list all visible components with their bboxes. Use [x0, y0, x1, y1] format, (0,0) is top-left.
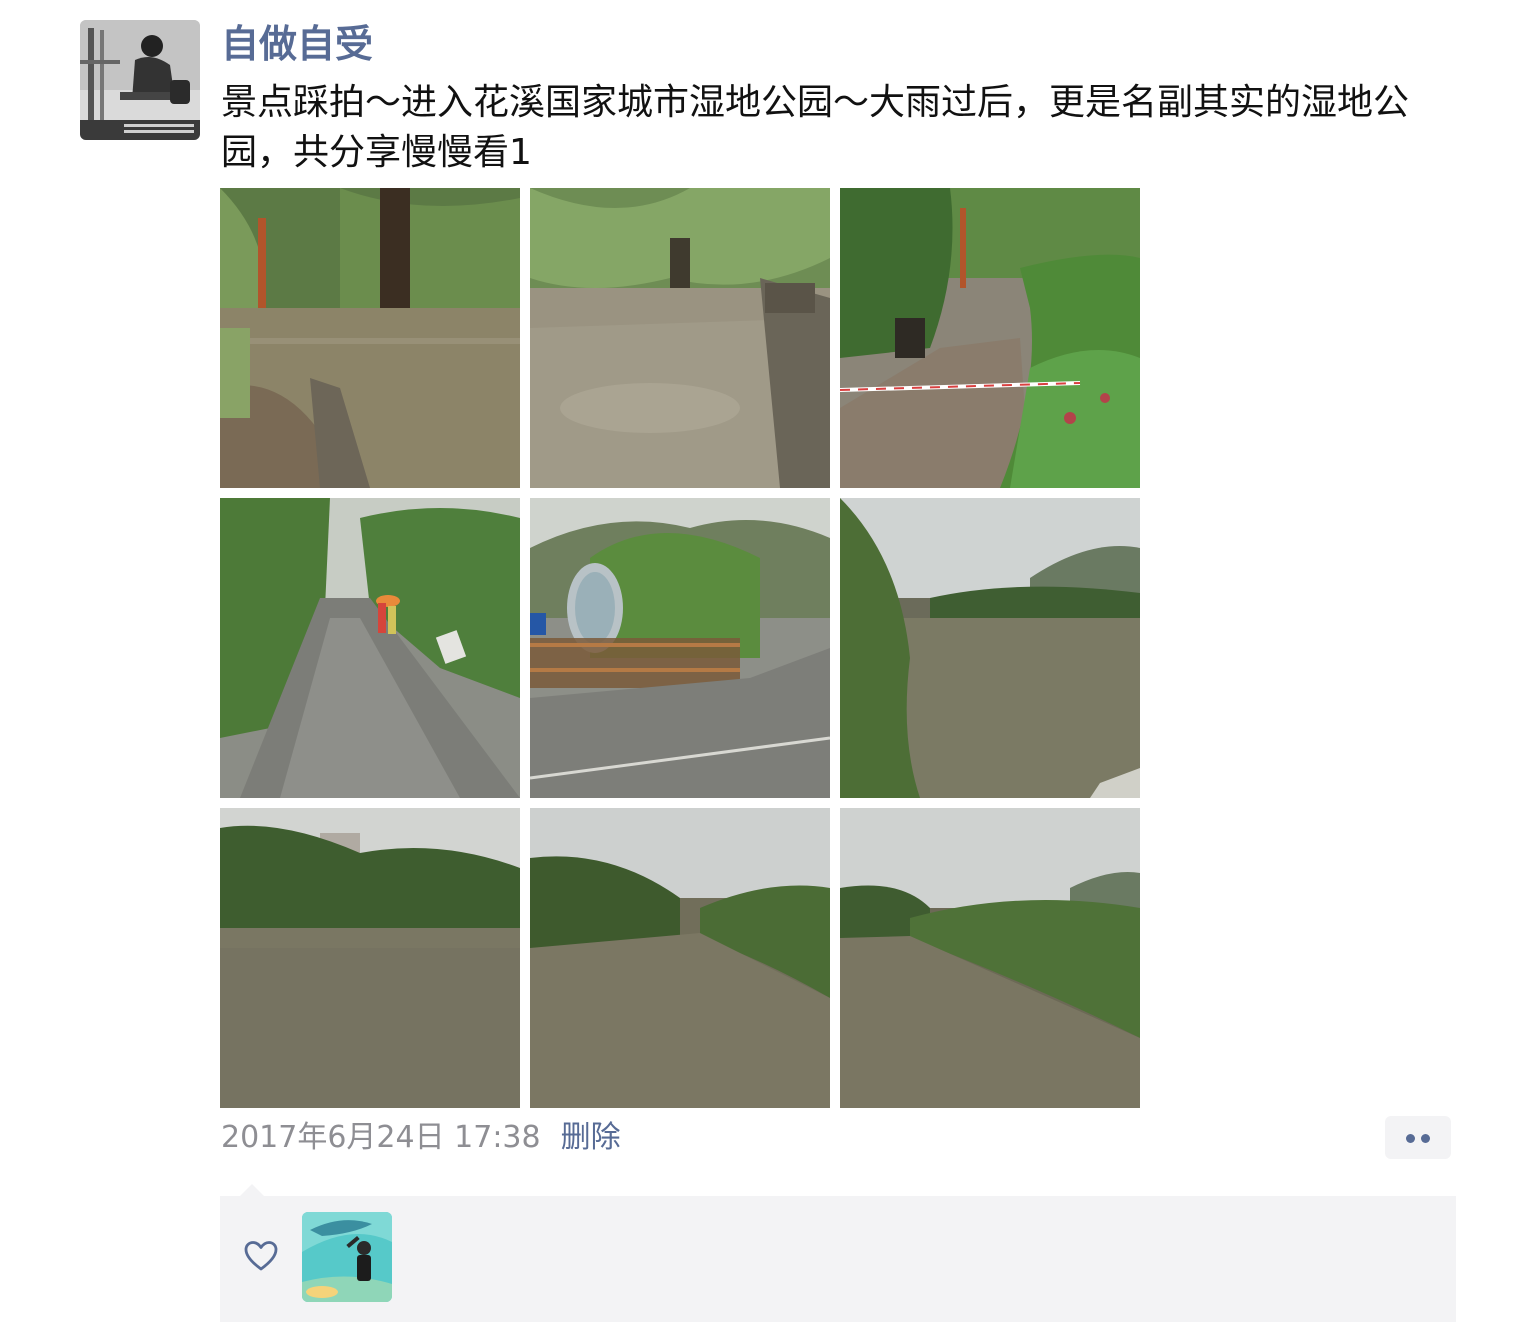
author-avatar[interactable]: [80, 20, 200, 140]
photo-flooded-plaza[interactable]: [530, 188, 830, 488]
photo-wet-road-umbrella[interactable]: [220, 498, 520, 798]
more-dots-icon: [1421, 1134, 1430, 1143]
post-text: 景点踩拍～进入花溪国家城市湿地公园～大雨过后，更是名副其实的湿地公园，共分享慢慢…: [221, 82, 1410, 173]
author-name[interactable]: 自做自受: [221, 18, 373, 70]
likes-panel-arrow: [240, 1184, 264, 1196]
photo-river-willow[interactable]: [840, 498, 1140, 798]
photo-park-sign-fence[interactable]: [530, 498, 830, 798]
photo-river-bank-1[interactable]: [220, 808, 520, 1108]
liker-avatar[interactable]: [302, 1212, 392, 1302]
post-timestamp: 2017年6月24日 17:38: [221, 1120, 541, 1155]
photo-taped-off-path[interactable]: [840, 188, 1140, 488]
heart-outline-icon: [244, 1241, 278, 1271]
likes-panel: [220, 1196, 1456, 1322]
photo-river-bank-2[interactable]: [530, 808, 830, 1108]
more-button[interactable]: [1385, 1116, 1451, 1159]
photo-flooded-willow-path[interactable]: [220, 188, 520, 488]
more-dots-icon: [1406, 1134, 1415, 1143]
post-meta: 2017年6月24日 17:38 删除: [221, 1116, 621, 1160]
avatar-image: [80, 20, 200, 140]
delete-link[interactable]: 删除: [561, 1120, 621, 1155]
photo-grid: [220, 188, 1140, 1108]
photo-river-bank-3[interactable]: [840, 808, 1140, 1108]
